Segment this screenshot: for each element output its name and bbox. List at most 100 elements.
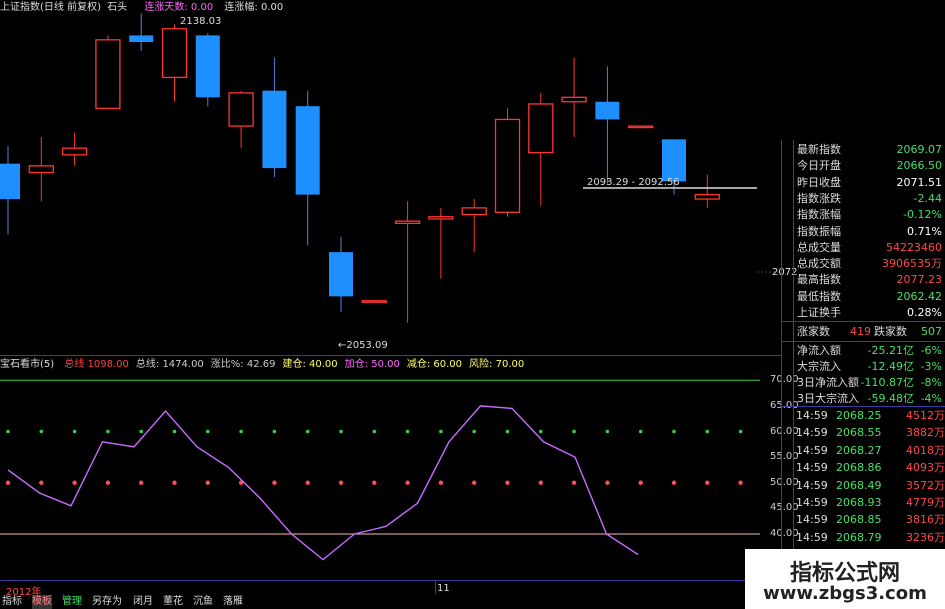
candle[interactable] [461,199,487,253]
candle[interactable] [595,66,620,184]
candle[interactable] [295,90,320,246]
candle[interactable] [694,174,720,208]
tick-price: 2068.55 [836,426,882,440]
level-dot [571,480,577,485]
candle[interactable] [561,57,587,138]
candle[interactable] [61,132,88,166]
range-price-label: 2093.29 - 2092.56 [587,177,680,188]
tick-time: 14:59 [796,409,828,422]
level-dot [172,480,177,485]
site-watermark: 指标公式网 www.zbgs3.com [745,549,945,609]
candle[interactable] [129,13,154,51]
quote-row: 指数涨跌 -2.44 [782,191,942,207]
date-month: 11 [437,583,450,594]
level-dot [472,480,477,485]
tick-price: 2068.49 [836,478,882,492]
candle[interactable] [528,92,554,206]
quote-value: 0.71% [907,224,942,238]
candle[interactable] [361,300,387,303]
quote-label: 总成交量 [797,240,841,254]
candle-body [228,92,254,127]
indicator-tab[interactable]: 闭月 [133,595,153,609]
candle-body [561,96,587,103]
level-dot [605,429,610,434]
level-dot [638,429,643,434]
candle[interactable] [628,125,654,129]
indicator-tab[interactable]: 董花 [163,595,183,609]
candle[interactable] [262,57,287,177]
level-dot [305,480,310,485]
candle-body [161,28,188,79]
quote-label: 总成交额 [797,257,841,271]
candle[interactable] [394,201,421,323]
tick-price: 2068.27 [836,443,882,457]
level-dot [72,480,77,485]
indicator-tab[interactable]: 模板 [32,595,52,609]
candle[interactable] [195,33,220,107]
candle[interactable] [428,207,454,279]
tick-row: 14:59 2068.93 4779万 [782,495,945,511]
tick-price: 2068.79 [836,530,882,544]
flow-row: 3日净流入额 -110.87亿 -8% [782,375,942,391]
level-dot [139,429,143,434]
level-dot [272,429,277,434]
indicator-tab[interactable]: 沉鱼 [193,595,213,609]
tick-volume: 3572万 [906,478,945,492]
tick-row: 14:59 2068.85 3816万 [782,512,945,528]
up-count-label: 涨家数 [797,325,830,338]
tick-time: 14:59 [796,461,828,475]
down-count-value: 507 [921,325,942,338]
candle[interactable] [228,90,254,149]
candle-body [628,125,654,129]
candle-body [329,252,353,297]
quote-row: 昨日收盘 2071.51 [782,175,942,191]
quote-row: 指数振幅 0.71% [782,224,942,240]
tick-time: 14:59 [796,530,828,544]
level-dot [6,429,10,434]
indicator-tab[interactable]: 另存为 [92,595,122,609]
candle-body [394,220,421,225]
level-dot [605,480,610,485]
level-dot [39,429,44,434]
tick-price: 2068.85 [836,513,882,527]
level-dot [638,480,643,485]
quote-value: 2062.42 [896,289,943,303]
flow-value: -110.87亿 [860,376,914,389]
level-dot [472,429,477,434]
tick-time: 14:59 [796,496,828,509]
indicator-tab[interactable]: 落雁 [223,595,243,609]
quote-label: 指数振幅 [797,224,841,238]
quote-row: 指数涨幅 -0.12% [782,207,942,223]
candle[interactable] [0,145,20,235]
level-dot [505,429,510,434]
candle[interactable] [494,108,521,217]
candle[interactable] [28,137,54,202]
flow-value: -12.49亿 [867,360,914,373]
level-dot [105,480,111,485]
quote-row: 最低指数 2062.42 [782,289,942,305]
tick-row: 14:59 2068.27 4018万 [782,443,945,459]
indicator-tab[interactable]: 指标 [2,595,22,609]
level-dot [405,429,410,434]
level-dot [671,480,677,485]
level-dot [5,480,11,485]
quote-value: -0.12% [903,208,942,222]
level-dot [705,480,710,485]
flow-label: 3日大宗流入 [797,392,859,405]
level-dot [239,429,243,434]
down-count-label: 跌家数 [874,325,907,338]
level-dot [39,480,44,485]
tick-row: 14:59 2068.86 4093万 [782,460,945,476]
indicator-tab[interactable]: 管理 [62,595,82,609]
high-price-label: 2138.03 [180,16,222,27]
candle[interactable] [329,236,353,312]
indicator-param: 加仓: 50.00 [344,359,400,370]
quote-value: 0.28% [907,306,942,319]
tick-time: 14:59 [796,513,828,527]
tick-price: 2068.25 [836,409,882,422]
candle-body [61,147,88,156]
candle[interactable] [161,24,188,102]
indicator-chart[interactable] [0,370,780,575]
flow-pct: -6% [920,344,942,357]
candle[interactable] [95,35,121,110]
